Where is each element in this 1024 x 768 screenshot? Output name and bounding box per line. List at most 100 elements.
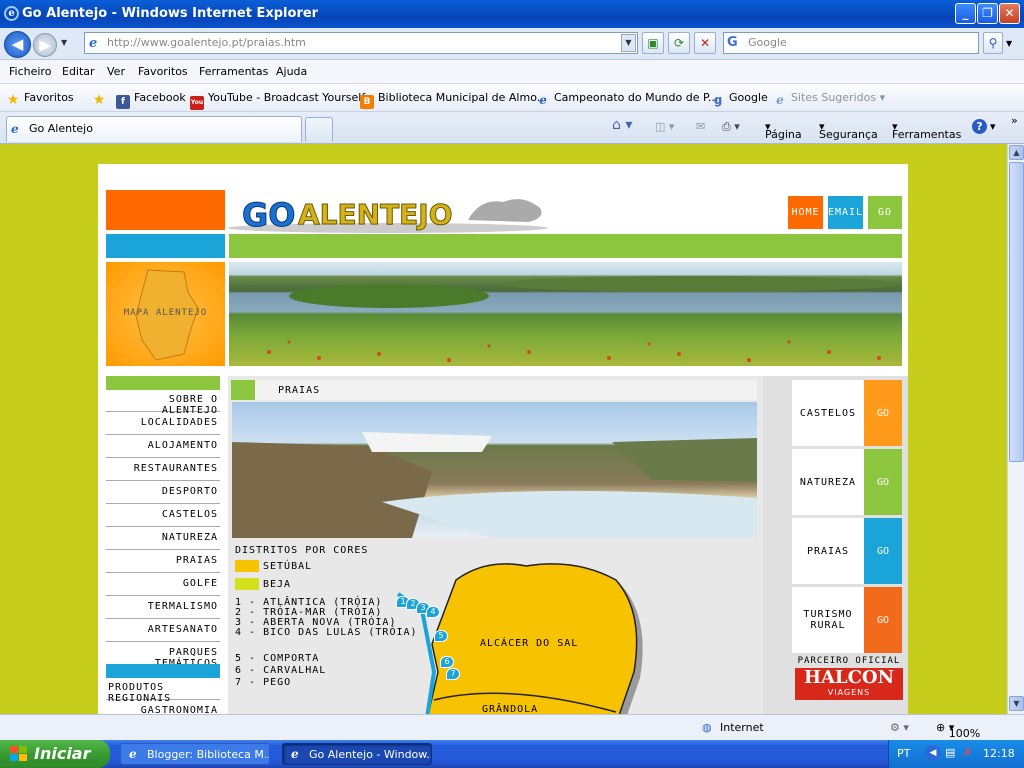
menu-ver[interactable]: Ver (107, 65, 125, 78)
menu-termalismo[interactable]: TERMALISMO (106, 597, 220, 619)
menu-editar[interactable]: Editar (62, 65, 95, 78)
menu-favoritos[interactable]: Favoritos (138, 65, 188, 78)
menu-praias[interactable]: PRAIAS (106, 551, 220, 573)
address-dropdown-icon[interactable]: ▼ (621, 34, 636, 52)
menu-produtos-regionais[interactable]: PRODUTOS REGIONAIS (106, 678, 220, 704)
menu-artesanato[interactable]: ARTESANATO (106, 620, 220, 642)
close-button[interactable]: ✕ (999, 3, 1020, 24)
fav-facebook[interactable]: f Facebook (116, 91, 186, 109)
google-icon: G (727, 35, 738, 50)
site-logo[interactable]: GO ALENTEJO (228, 188, 548, 235)
fav-sites-sugeridos[interactable]: e Sites Sugeridos ▾ (773, 91, 885, 107)
right-nav-natureza[interactable]: NATUREZA GO (792, 449, 902, 515)
beach-item: 5 - COMPORTA (235, 653, 320, 664)
task-go-alentejo[interactable]: e Go Alentejo - Window... (282, 743, 432, 765)
back-button[interactable]: ◀ (4, 31, 31, 58)
menu-ferramentas[interactable]: Ferramentas (199, 65, 268, 78)
district-map: ALCÁCER DO SAL GRÂNDOLA 1234567 (386, 552, 656, 714)
fav-youtube[interactable]: You YouTube - Broadcast Yourself (190, 91, 365, 110)
history-dropdown-icon[interactable]: ▼ (61, 38, 67, 47)
beach-marker[interactable]: 7 (446, 668, 460, 680)
beach-photo (232, 402, 757, 538)
search-placeholder: Google (748, 36, 787, 49)
compat-view-icon[interactable]: ▣ (642, 32, 664, 54)
address-input[interactable]: e http://www.goalentejo.pt/praias.htm ▼ (84, 32, 638, 54)
home-icon[interactable]: ⌂ ▾ (612, 117, 632, 133)
help-icon[interactable]: ? (972, 119, 987, 134)
right-nav-go-button[interactable]: GO (864, 518, 902, 584)
home-button[interactable]: HOME (788, 196, 823, 229)
network-warning-icon[interactable]: ✗ (963, 746, 972, 759)
menu-localidades[interactable]: LOCALIDADES (106, 413, 220, 435)
menu-ficheiro[interactable]: Ficheiro (9, 65, 51, 78)
zoom-level[interactable]: ⊕ 100% ▾ (936, 721, 980, 740)
fav-biblioteca[interactable]: B Biblioteca Municipal de Almo... (360, 91, 547, 109)
fav-campeonato[interactable]: e Campeonato do Mundo de P... (536, 91, 718, 107)
forward-button[interactable]: ▶ (33, 33, 57, 57)
menu-alojamento[interactable]: ALOJAMENTO (106, 436, 220, 458)
menu-sobre-o-alentejo[interactable]: SOBRE O ALENTEJO (106, 390, 220, 416)
cmd-pagina[interactable]: Página ▾ (765, 120, 802, 141)
favorites-button[interactable]: ★ Favoritos (6, 91, 74, 107)
protected-mode-icon[interactable]: ⚙ ▾ (890, 721, 909, 734)
stop-icon[interactable]: ✕ (694, 32, 716, 54)
menu-parques-tem-ticos[interactable]: PARQUES TEMÁTICOS (106, 643, 220, 669)
right-nav-go-button[interactable]: GO (864, 449, 902, 515)
menu-golfe[interactable]: GOLFE (106, 574, 220, 596)
menu-restaurantes[interactable]: RESTAURANTES (106, 459, 220, 481)
new-tab-button[interactable] (305, 117, 333, 141)
search-icon[interactable]: ⚲ (983, 32, 1003, 54)
cmd-seguranca[interactable]: Segurança ▾ (819, 120, 878, 141)
mail-icon[interactable]: ✉ (696, 120, 705, 133)
right-nav-castelos[interactable]: CASTELOS GO (792, 380, 902, 446)
chevron-more-icon[interactable]: » (1011, 114, 1018, 127)
right-nav-praias[interactable]: PRAIAS GO (792, 518, 902, 584)
right-nav-go-button[interactable]: GO (864, 587, 902, 653)
beach-item: 7 - PEGO (235, 677, 292, 688)
search-options-icon[interactable]: ▼ (1006, 39, 1012, 48)
fav-google[interactable]: g Google (711, 91, 768, 107)
minimize-button[interactable]: _ (955, 3, 976, 24)
add-favorite-button[interactable]: ★ (92, 91, 110, 107)
menu-gastronomia[interactable]: GASTRONOMIA (106, 701, 220, 714)
section-title: PRAIAS (278, 385, 321, 396)
favorites-label: Favoritos (24, 91, 74, 104)
print-icon[interactable]: ⎙ ▾ (722, 120, 740, 134)
map-alentejo-link[interactable]: MAPA ALENTEJO (106, 262, 225, 366)
section-title-marker (231, 380, 255, 400)
scroll-down-arrow[interactable]: ▼ (1009, 696, 1024, 711)
help-dropdown-icon[interactable]: ▾ (990, 120, 996, 133)
refresh-icon[interactable]: ⟳ (668, 32, 690, 54)
halcon-partner-banner[interactable]: HALCON VIAGENS (795, 668, 903, 700)
menu-natureza[interactable]: NATUREZA (106, 528, 220, 550)
maximize-button[interactable]: ❐ (977, 3, 998, 24)
menu-desporto[interactable]: DESPORTO (106, 482, 220, 504)
search-input[interactable]: G Google (723, 32, 979, 54)
scroll-thumb[interactable] (1009, 162, 1024, 462)
language-indicator[interactable]: PT (897, 747, 910, 760)
ie-task-icon: e (291, 747, 299, 761)
menu-castelos[interactable]: CASTELOS (106, 505, 220, 527)
start-button[interactable]: Iniciar (0, 740, 110, 768)
scroll-up-arrow[interactable]: ▲ (1009, 145, 1024, 160)
network-icon[interactable]: ▤ (945, 746, 955, 759)
beach-marker[interactable]: 5 (434, 630, 448, 642)
right-nav-label: CASTELOS (799, 407, 857, 419)
task-blogger[interactable]: e Blogger: Biblioteca M... (120, 743, 270, 765)
vertical-scrollbar[interactable]: ▲ ▼ (1007, 144, 1024, 714)
clock[interactable]: 12:18 (983, 747, 1015, 760)
menu-ajuda[interactable]: Ajuda (276, 65, 307, 78)
cmd-ferramentas[interactable]: Ferramentas ▾ (892, 120, 961, 141)
tab-go-alentejo[interactable]: e Go Alentejo (6, 116, 302, 142)
right-nav-go-button[interactable]: GO (864, 380, 902, 446)
feeds-icon[interactable]: ◫ ▾ (655, 120, 674, 133)
tray-expand-icon[interactable]: ◀ (925, 745, 941, 761)
right-nav-turismo-rural[interactable]: TURISMO RURAL GO (792, 587, 902, 653)
email-button[interactable]: EMAIL (828, 196, 863, 229)
blue-header-block (106, 234, 225, 258)
beach-marker[interactable]: 4 (426, 606, 440, 618)
globe-icon: ◍ (702, 721, 712, 734)
beach-marker[interactable]: 6 (440, 656, 454, 668)
go-button[interactable]: GO (868, 196, 902, 229)
security-zone: Internet (720, 721, 764, 734)
